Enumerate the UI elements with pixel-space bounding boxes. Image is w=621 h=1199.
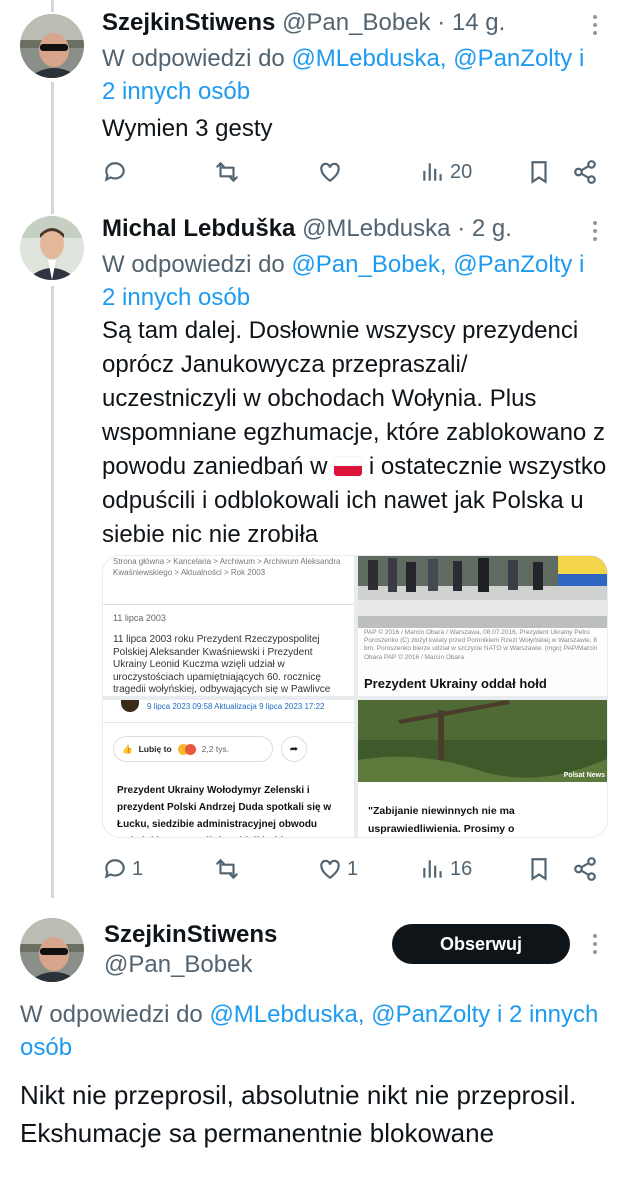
bookmark-button[interactable] [526, 852, 552, 886]
tweet-text: Nikt nie przeprosil, absolutnie nikt nie… [20, 1080, 577, 1148]
image-1-date: 11 lipca 2003 [113, 613, 166, 623]
image-1-divider [103, 604, 354, 605]
reply-prefix: W odpowiedzi do [102, 45, 285, 72]
like-button[interactable]: 1 [317, 852, 358, 886]
more-options-icon[interactable] [583, 929, 607, 959]
reply-icon [104, 162, 125, 182]
timestamp[interactable]: 2 g. [472, 215, 512, 242]
media-grid[interactable]: Strona główna > Kancelaria > Archiwum > … [102, 555, 608, 838]
more-options-icon[interactable] [583, 10, 607, 40]
views-count: 20 [450, 160, 473, 183]
image-3-like-label: Lubię to [138, 744, 172, 754]
image-3-like-bar: 👍 Lubię to 2,2 tys. [113, 736, 273, 762]
reply-joiner: i [496, 1001, 503, 1028]
reply-button[interactable] [102, 155, 132, 189]
reply-joiner: i [578, 45, 585, 72]
share-arrow-icon: ➦ [281, 736, 307, 762]
repost-button[interactable] [214, 852, 244, 886]
handle-block: @Pan_Bobek [104, 950, 252, 980]
display-name[interactable]: SzejkinStiwens [102, 9, 275, 36]
action-bar: 1 1 16 [102, 852, 607, 886]
image-3-meta: 9 lipca 2023 09:58 Aktualizacja 9 lipca … [147, 702, 325, 711]
reply-others[interactable]: 2 innych [509, 1001, 598, 1028]
share-icon [574, 160, 596, 184]
tweet-text: Są tam dalej. Dosłownie wszyscy prezyden… [102, 314, 607, 552]
image-4-source: Polsat News [563, 772, 605, 779]
bookmark-icon [531, 858, 547, 881]
image-4-body: "Zabijanie niewinnych nie ma usprawiedli… [368, 805, 515, 835]
image-2-headline: Prezydent Ukrainy oddał hołd [364, 676, 547, 691]
timestamp[interactable]: 14 g. [452, 9, 505, 36]
share-button[interactable] [572, 155, 598, 189]
image-2-photo [358, 556, 607, 628]
views-count: 16 [450, 857, 473, 880]
tweet-text: Wymien 3 gesty [102, 115, 273, 142]
media-image-4[interactable]: Polsat News "Zabijanie niewinnych nie ma… [358, 700, 607, 837]
media-image-3[interactable]: 9 lipca 2023 09:58 Aktualizacja 9 lipca … [103, 700, 354, 837]
heart-icon [320, 162, 340, 182]
repost-icon [216, 859, 238, 879]
avatar[interactable] [20, 918, 84, 982]
bookmark-icon [531, 161, 547, 184]
heart-icon [320, 859, 340, 879]
reply-context: W odpowiedzi do @MLebduska, @PanZolty i … [20, 998, 620, 1064]
reply-prefix: W odpowiedzi do [20, 1001, 203, 1028]
views-button[interactable]: 16 [420, 852, 472, 886]
image-3-divider [103, 722, 354, 723]
reply-mentions[interactable]: @MLebduska, @PanZolty [291, 45, 572, 72]
reply-prefix: W odpowiedzi do [102, 251, 285, 278]
user-handle[interactable]: @MLebduska [302, 215, 450, 242]
like-button[interactable] [317, 155, 347, 189]
display-name[interactable]: Michal Lebduška [102, 215, 295, 242]
media-image-2[interactable]: PAP © 2016 / Marcin Obara / Warszawa, 08… [358, 556, 607, 696]
media-image-1[interactable]: Strona główna > Kancelaria > Archiwum > … [103, 556, 354, 696]
reply-joiner: i [578, 251, 585, 278]
user-handle[interactable]: @Pan_Bobek [282, 9, 430, 36]
avatar[interactable] [20, 216, 84, 280]
like-count: 1 [347, 857, 359, 880]
bookmark-button[interactable] [526, 155, 552, 189]
reply-context: W odpowiedzi do @MLebduska, @PanZolty i … [102, 42, 602, 108]
display-name[interactable]: SzejkinStiwens [104, 921, 277, 948]
image-4-photo [358, 700, 607, 782]
share-icon [574, 857, 596, 881]
reply-count: 1 [132, 857, 144, 880]
user-handle[interactable]: @Pan_Bobek [104, 951, 252, 978]
image-1-breadcrumb: Strona główna > Kancelaria > Archiwum > … [113, 557, 341, 577]
poland-flag-icon [334, 456, 363, 476]
tweet-header: Michal Lebduška @MLebduska · 2 g. [102, 214, 512, 244]
views-icon [423, 163, 442, 181]
action-bar: 20 [102, 155, 607, 189]
separator-dot: · [437, 9, 446, 36]
tweet-header: SzejkinStiwens @Pan_Bobek · 14 g. [102, 8, 505, 38]
more-options-icon[interactable] [583, 216, 607, 246]
views-button[interactable]: 20 [420, 155, 472, 189]
views-icon [423, 860, 442, 878]
display-name-block: SzejkinStiwens [104, 920, 277, 950]
repost-button[interactable] [214, 155, 244, 189]
avatar-icon [121, 700, 139, 712]
reply-mentions[interactable]: @Pan_Bobek, @PanZolty [291, 251, 572, 278]
image-3-like-count: 2,2 tys. [201, 744, 230, 754]
reaction-angry-icon [184, 743, 196, 755]
repost-icon [216, 162, 238, 182]
tweet-1[interactable]: SzejkinStiwens @Pan_Bobek · 14 g. W odpo… [0, 0, 621, 200]
image-3-body: Prezydent Ukrainy Wołodymyr Zelenski i p… [117, 785, 332, 837]
reply-icon [104, 859, 125, 879]
reply-mentions[interactable]: @MLebduska, @PanZolty [209, 1001, 490, 1028]
image-2-caption: PAP © 2016 / Marcin Obara / Warszawa, 08… [364, 629, 598, 661]
separator-dot: · [457, 215, 466, 242]
reply-button[interactable]: 1 [102, 852, 143, 886]
thumbs-up-icon: 👍 [122, 743, 133, 754]
reply-others[interactable]: 2 innych osób [102, 78, 250, 105]
reply-context: W odpowiedzi do @Pan_Bobek, @PanZolty i … [102, 248, 602, 314]
reply-others-wrap[interactable]: osób [20, 1034, 72, 1061]
avatar[interactable] [20, 14, 84, 78]
share-button[interactable] [572, 852, 598, 886]
reply-others[interactable]: 2 innych osób [102, 284, 250, 311]
follow-button[interactable]: Obserwuj [392, 924, 570, 964]
image-1-body: 11 lipca 2003 roku Prezydent Rzeczypospo… [113, 634, 331, 695]
